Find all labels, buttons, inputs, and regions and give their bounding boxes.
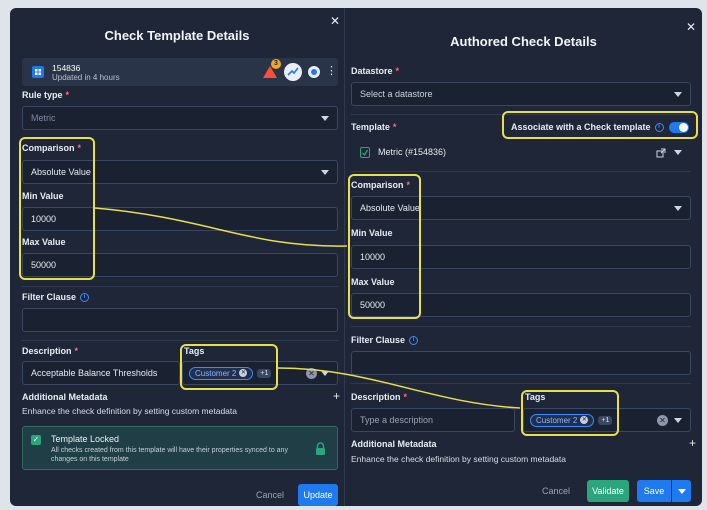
template-locked-text: All checks created from this template wi…	[51, 447, 288, 463]
close-icon[interactable]: ✕	[686, 20, 696, 34]
template-locked-title: Template Locked	[51, 434, 120, 444]
divider	[22, 286, 338, 287]
datastore-placeholder: Select a datastore	[360, 89, 433, 99]
divider	[351, 171, 691, 172]
filter-clause-input[interactable]	[351, 351, 691, 375]
clear-icon[interactable]: ✕	[306, 368, 317, 379]
required-mark: *	[395, 66, 400, 76]
datastore-label-text: Datastore	[351, 66, 393, 76]
add-metadata-button[interactable]: +	[689, 436, 696, 450]
authored-check-panel: ✕ Authored Check Details Datastore * Sele…	[344, 8, 702, 506]
checkbox-checked-icon[interactable]: ✓	[31, 435, 41, 445]
rule-type-label-text: Rule type	[22, 90, 63, 100]
save-button[interactable]: Save	[637, 480, 671, 502]
description-label: Description *	[351, 392, 407, 402]
update-button[interactable]: Update	[298, 484, 338, 506]
datastore-label: Datastore *	[351, 66, 399, 76]
filter-clause-label: Filter Clause i	[351, 335, 419, 346]
trend-icon[interactable]	[284, 63, 302, 81]
cancel-button[interactable]: Cancel	[250, 484, 290, 506]
additional-metadata-label: Additional Metadata	[351, 439, 437, 449]
datastore-select[interactable]: Select a datastore	[351, 82, 691, 106]
close-icon[interactable]: ✕	[330, 14, 340, 28]
required-mark: *	[392, 122, 397, 132]
chevron-down-icon	[321, 170, 329, 175]
alert-count-badge: 3	[271, 59, 281, 69]
external-link-icon[interactable]	[656, 148, 666, 160]
right-panel-title: Authored Check Details	[450, 34, 597, 49]
description-label: Description *	[22, 346, 78, 356]
filter-clause-input[interactable]	[22, 308, 338, 332]
comparison-highlight	[348, 174, 421, 319]
chevron-down-icon	[674, 92, 682, 97]
template-value: Metric (#154836)	[378, 147, 447, 157]
description-value: Acceptable Balance Thresholds	[31, 368, 158, 378]
clear-icon[interactable]: ✕	[657, 415, 668, 426]
left-panel-title: Check Template Details	[104, 28, 250, 43]
required-mark: *	[74, 346, 79, 356]
filter-clause-label-text: Filter Clause	[351, 335, 406, 345]
description-label-text: Description	[22, 346, 72, 356]
required-mark: *	[65, 90, 70, 100]
more-options-icon[interactable]: ⋮	[326, 64, 337, 77]
info-icon[interactable]: i	[80, 293, 90, 303]
template-select[interactable]: Metric (#154836)	[351, 140, 691, 164]
divider	[22, 340, 338, 341]
cancel-button[interactable]: Cancel	[535, 480, 577, 502]
description-input[interactable]: Type a description	[351, 408, 515, 432]
additional-metadata-subtitle: Enhance the check definition by setting …	[22, 406, 237, 416]
additional-metadata-subtitle: Enhance the check definition by setting …	[351, 454, 566, 464]
rule-type-label: Rule type *	[22, 90, 69, 100]
info-icon[interactable]: i	[409, 336, 419, 346]
description-placeholder: Type a description	[360, 415, 434, 425]
description-label-text: Description	[351, 392, 401, 402]
template-id: 154836	[52, 63, 81, 73]
filter-clause-label-text: Filter Clause	[22, 292, 77, 302]
rule-type-value: Metric	[31, 113, 56, 123]
required-mark: *	[403, 392, 408, 402]
filter-clause-label: Filter Clause i	[22, 292, 90, 303]
rule-type-select[interactable]: Metric	[22, 106, 338, 130]
chevron-down-icon	[321, 371, 329, 376]
check-template-panel: ✕ Check Template Details 154836 Updated …	[10, 8, 344, 506]
validate-button[interactable]: Validate	[587, 480, 629, 502]
template-locked-banner: ✓ Template Locked All checks created fro…	[22, 426, 338, 470]
divider	[351, 326, 691, 327]
template-updated: Updated in 4 hours	[52, 73, 120, 82]
chevron-down-icon	[677, 488, 686, 494]
chevron-down-icon	[674, 206, 682, 211]
tags-highlight	[521, 390, 619, 436]
chevron-down-icon	[674, 150, 682, 155]
chevron-down-icon	[321, 116, 329, 121]
divider	[351, 383, 691, 384]
comparison-highlight	[19, 137, 95, 280]
template-label-text: Template	[351, 122, 390, 132]
description-input[interactable]: Acceptable Balance Thresholds	[22, 361, 180, 385]
template-grid-icon	[32, 66, 44, 78]
associate-highlight	[502, 111, 698, 139]
modal-frame: ✕ Check Template Details 154836 Updated …	[10, 8, 702, 506]
additional-metadata-label: Additional Metadata	[22, 392, 108, 402]
chevron-down-icon	[674, 418, 682, 423]
lock-icon	[315, 442, 326, 457]
tags-highlight	[180, 344, 278, 390]
add-metadata-button[interactable]: +	[333, 389, 340, 403]
template-card[interactable]: 154836 Updated in 4 hours 3 ⋮	[22, 58, 338, 86]
template-check-icon	[360, 146, 370, 158]
status-dot-icon	[308, 66, 320, 78]
save-options-button[interactable]	[672, 480, 691, 502]
template-label: Template *	[351, 122, 396, 132]
